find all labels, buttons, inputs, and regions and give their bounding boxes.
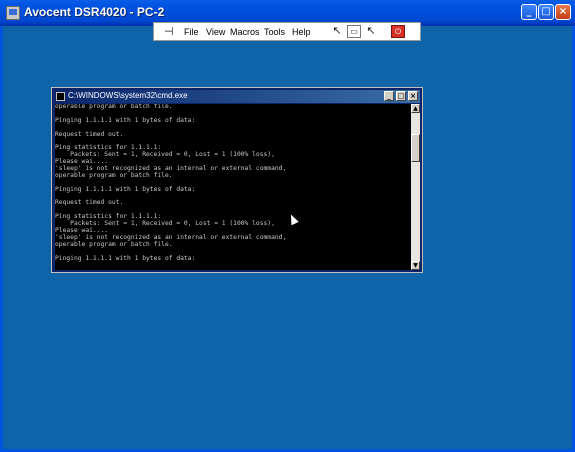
- cmd-title: C:\WINDOWS\system32\cmd.exe: [68, 91, 188, 100]
- cmd-window: C:\WINDOWS\system32\cmd.exe _ □ × operab…: [51, 87, 423, 273]
- maximize-button[interactable]: □: [538, 4, 554, 20]
- console-line: Pinging 1.1.1.1 with 1 bytes of data:: [55, 185, 196, 193]
- single-cursor-icon[interactable]: ↖: [364, 25, 378, 38]
- console-line: Request timed out.: [55, 199, 124, 207]
- menu-help[interactable]: Help: [292, 27, 311, 37]
- screen-icon[interactable]: ▭: [347, 25, 361, 38]
- app-icon: [6, 6, 20, 20]
- scroll-thumb[interactable]: [411, 134, 420, 162]
- console-line: operable program or batch file.: [55, 171, 173, 179]
- power-icon[interactable]: ⏻: [391, 25, 405, 38]
- pin-icon[interactable]: ⊣: [164, 25, 174, 38]
- kvm-viewer-window: Avocent DSR4020 - PC-2 _ □ × ⊣ File View…: [0, 0, 575, 452]
- console-line: Packets: Sent = 1, Received = 0, Lost = …: [55, 151, 275, 159]
- menu-macros[interactable]: Macros: [230, 27, 260, 37]
- console-icon: [56, 92, 65, 101]
- window-title: Avocent DSR4020 - PC-2: [24, 5, 165, 19]
- scrollbar[interactable]: ▲ ▼: [411, 104, 420, 270]
- cmd-title-bar[interactable]: C:\WINDOWS\system32\cmd.exe _ □ ×: [54, 90, 420, 103]
- align-mouse-icon[interactable]: ↖: [330, 25, 344, 38]
- console-line: Request timed out.: [55, 130, 124, 138]
- console-line: Pinging 1.1.1.1 with 1 bytes of data:: [55, 254, 196, 262]
- console-line: Packets: Sent = 1, Received = 0, Lost = …: [55, 220, 275, 228]
- menu-tools[interactable]: Tools: [264, 27, 285, 37]
- cmd-close-button[interactable]: ×: [408, 91, 418, 101]
- cmd-minimize-button[interactable]: _: [384, 91, 394, 101]
- console-line: operable program or batch file.: [55, 240, 173, 248]
- close-button[interactable]: ×: [555, 4, 571, 20]
- console-output[interactable]: operable program or batch file. Pinging 1…: [55, 104, 411, 270]
- kvm-toolbar: ⊣ File View Macros Tools Help ↖ ▭ ↖ ⏻: [153, 22, 421, 41]
- scroll-up-arrow-icon[interactable]: ▲: [411, 104, 420, 113]
- cmd-maximize-button[interactable]: □: [396, 91, 406, 101]
- menu-view[interactable]: View: [206, 27, 225, 37]
- console-line: operable program or batch file.: [55, 104, 173, 110]
- menu-file[interactable]: File: [184, 27, 199, 37]
- minimize-button[interactable]: _: [521, 4, 537, 20]
- scroll-down-arrow-icon[interactable]: ▼: [411, 261, 420, 270]
- console-line: Pinging 1.1.1.1 with 1 bytes of data:: [55, 116, 196, 124]
